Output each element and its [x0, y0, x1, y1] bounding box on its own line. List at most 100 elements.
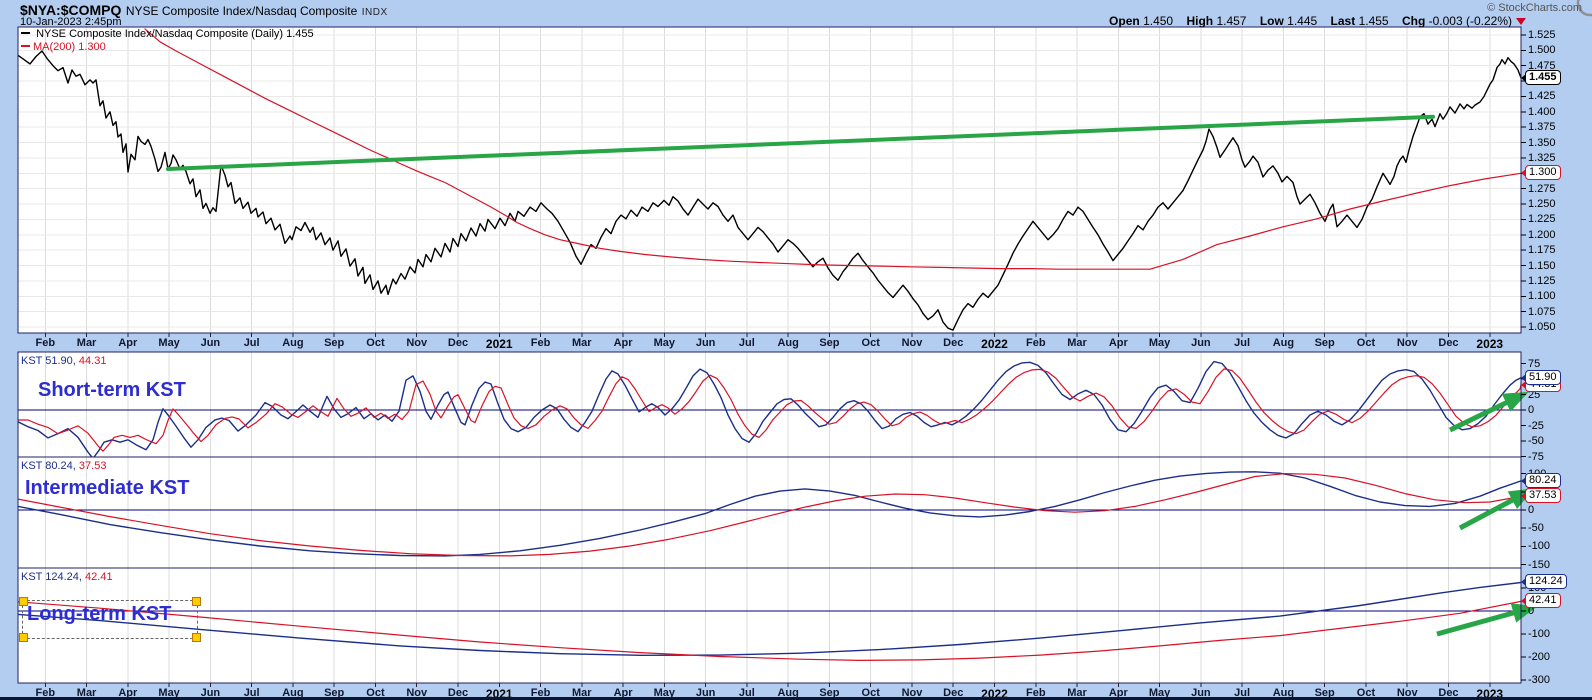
short-kst-value: 51.90,	[45, 355, 76, 367]
month-label: May	[654, 337, 675, 349]
month-label: Dec	[943, 337, 963, 349]
price-axis-label: 1.125	[1528, 275, 1556, 287]
short-plot-area	[18, 352, 1521, 457]
month-label: Jun	[201, 337, 221, 349]
mid-axis-label: 0	[1528, 504, 1534, 516]
low-label: Low	[1260, 14, 1284, 28]
callout-notch-icon	[1521, 169, 1526, 177]
chart-datetime: 10-Jan-2023 2:45pm	[20, 16, 122, 28]
last-label: Last	[1331, 14, 1356, 28]
month-label: Sep	[819, 337, 839, 349]
month-label: Sep	[1315, 337, 1335, 349]
selection-handle-top-right[interactable]	[192, 597, 201, 606]
price-axis-label: 1.525	[1528, 29, 1556, 41]
short-kst-legend: KST 51.90, 44.31	[21, 355, 106, 367]
exchange-tag: INDX	[362, 7, 388, 18]
month-label: 2021	[486, 337, 513, 351]
month-label: Dec	[1438, 337, 1458, 349]
price-axis-label: 1.375	[1528, 121, 1556, 133]
month-label: Dec	[448, 337, 468, 349]
copyright: © StockCharts.com	[1487, 2, 1582, 14]
mid-axis-label: -150	[1528, 559, 1550, 571]
mid-kst-title: Intermediate KST	[25, 477, 189, 500]
month-label: Jul	[739, 337, 755, 349]
price-plot-area	[18, 27, 1521, 333]
ma-legend-label: MA(200)	[33, 41, 75, 53]
month-label: Mar	[77, 337, 97, 349]
month-label: Apr	[1109, 337, 1128, 349]
callout-notch-icon	[1521, 477, 1526, 485]
month-label: Feb	[36, 337, 56, 349]
chg-label: Chg	[1402, 14, 1425, 28]
annotation-selection-box[interactable]: Long-term KST	[22, 600, 198, 639]
price-axis-label: 1.225	[1528, 213, 1556, 225]
callout-notch-icon	[1521, 492, 1526, 500]
ma-legend-swatch-icon	[21, 45, 30, 47]
selection-handle-bottom-right[interactable]	[192, 633, 201, 642]
price-axis-label: 1.350	[1528, 137, 1556, 149]
price-legend-value: 1.455	[286, 28, 314, 40]
symbol-name: NYSE Composite Index/Nasdaq Composite	[126, 4, 357, 18]
open-value: 1.450	[1143, 14, 1173, 28]
price-legend: NYSE Composite Index/Nasdaq Composite (D…	[21, 28, 314, 40]
chg-value: -0.003 (-0.22%)	[1429, 14, 1512, 28]
ma-legend-value: 1.300	[78, 41, 106, 53]
stockcharts-page: $NYA:$COMPQ NYSE Composite Index/Nasdaq …	[0, 0, 1592, 700]
month-label: Aug	[777, 337, 798, 349]
short-axis-label: -50	[1528, 435, 1544, 447]
month-axis-upper: Feb Mar Apr May Jun Jul Aug Sep Oct Nov Dec 2021 Feb…	[0, 333, 1592, 352]
month-label: Jul	[244, 337, 260, 349]
long-axis-label: -200	[1528, 651, 1550, 663]
long-kst-title[interactable]: Long-term KST	[27, 603, 171, 626]
long-axis-label: -100	[1528, 628, 1550, 640]
price-axis-label: 1.200	[1528, 229, 1556, 241]
price-axis-label: 1.325	[1528, 152, 1556, 164]
month-label: Aug	[282, 337, 303, 349]
mid-kst-value: 80.24,	[45, 460, 76, 472]
mid-kst-signal-value: 37.53	[79, 460, 107, 472]
long-kst-label: KST	[21, 571, 42, 583]
short-axis-label: 0	[1528, 404, 1534, 416]
short-kst-title: Short-term KST	[38, 379, 186, 402]
long-axis-label: -300	[1528, 674, 1550, 686]
long-kst-signal-value: 42.41	[85, 571, 113, 583]
mid-kst-legend: KST 80.24, 37.53	[21, 460, 106, 472]
month-label: Oct	[862, 337, 880, 349]
high-label: High	[1186, 14, 1213, 28]
long-plot-area	[18, 568, 1521, 683]
price-value-callout: 1.455	[1525, 70, 1561, 85]
price-axis-label: 1.275	[1528, 183, 1556, 195]
month-label: Mar	[572, 337, 592, 349]
long-value-callout: 124.24	[1525, 574, 1567, 589]
low-value: 1.445	[1287, 14, 1317, 28]
month-label: Feb	[1026, 337, 1046, 349]
price-axis-label: 1.250	[1528, 198, 1556, 210]
short-kst-label: KST	[21, 355, 42, 367]
selection-handle-top-left[interactable]	[19, 597, 28, 606]
price-axis-label: 1.100	[1528, 290, 1556, 302]
mid-value-callout: 37.53	[1525, 488, 1561, 503]
month-label: Feb	[531, 337, 551, 349]
price-legend-swatch-icon	[21, 32, 30, 34]
selection-handle-bottom-left[interactable]	[19, 633, 28, 642]
chg-down-triangle-icon	[1516, 18, 1526, 25]
price-axis-label: 1.175	[1528, 244, 1556, 256]
month-label: 2023	[1476, 337, 1503, 351]
month-label: May	[1149, 337, 1170, 349]
month-label: Oct	[366, 337, 384, 349]
short-axis-label: -25	[1528, 420, 1544, 432]
price-legend-title: NYSE Composite Index/Nasdaq Composite (D…	[36, 28, 283, 40]
price-axis-label: 1.425	[1528, 90, 1556, 102]
month-label: Apr	[118, 337, 137, 349]
long-kst-legend: KST 124.24, 42.41	[21, 571, 113, 583]
last-value: 1.455	[1359, 14, 1389, 28]
month-label: Jul	[1234, 337, 1250, 349]
open-label: Open	[1109, 14, 1140, 28]
mid-axis-label: -100	[1528, 540, 1550, 552]
month-label: 2022	[981, 337, 1008, 351]
ma-legend: MA(200) 1.300	[21, 41, 106, 53]
price-axis-label: 1.500	[1528, 44, 1556, 56]
short-value-callout: 51.90	[1525, 370, 1561, 385]
month-label: Nov	[1397, 337, 1418, 349]
mid-value-callout: 80.24	[1525, 473, 1561, 488]
